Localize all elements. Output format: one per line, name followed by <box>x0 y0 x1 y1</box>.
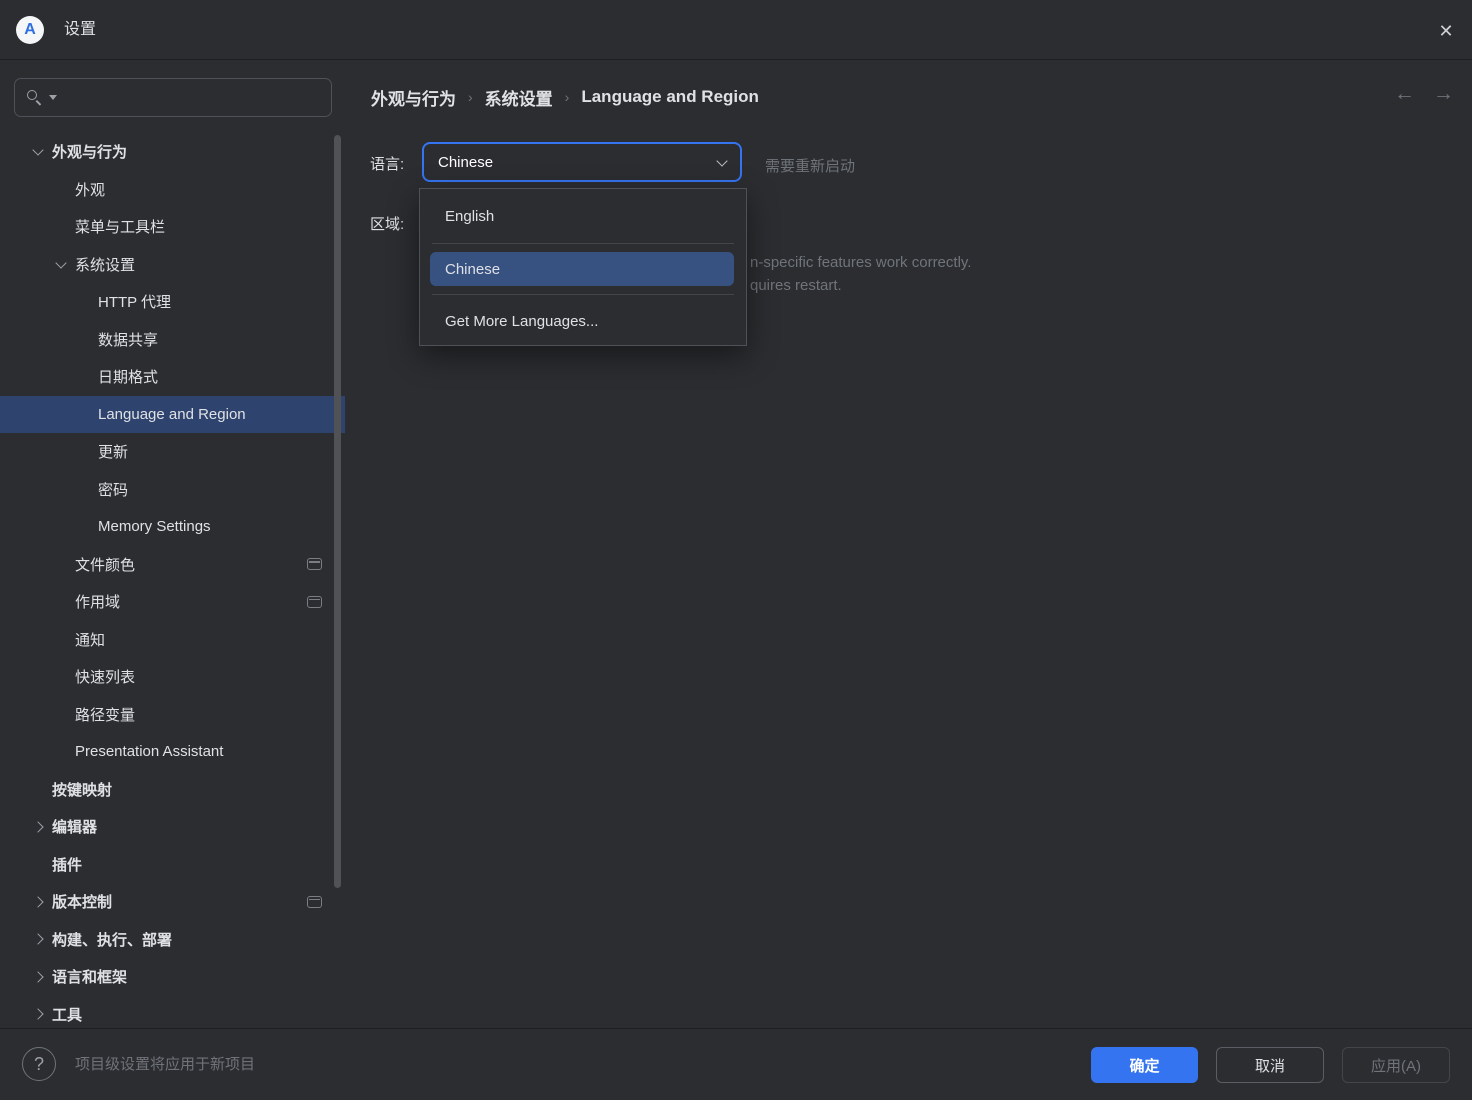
sidebar-item-languages-frameworks[interactable]: 语言和框架 <box>0 958 345 996</box>
sidebar-item-label: HTTP 代理 <box>98 291 171 312</box>
sidebar-item-appearance-behavior[interactable]: 外观与行为 <box>0 133 345 171</box>
sidebar-item-label: 通知 <box>75 629 105 650</box>
sidebar-item-label: 外观与行为 <box>52 141 127 162</box>
close-icon[interactable]: ✕ <box>1432 17 1460 45</box>
sidebar-item-label: 按键映射 <box>52 779 112 800</box>
settings-sidebar: 外观与行为外观菜单与工具栏系统设置 HTTP 代理数据共享日期格式 Language… <box>0 61 345 1028</box>
sidebar-item-presentation-assistant[interactable]: Presentation Assistant <box>0 733 345 771</box>
menu-item-get-more-languages[interactable]: Get More Languages... <box>420 302 746 340</box>
sidebar-item-path-variables[interactable]: 路径变量 <box>0 696 345 734</box>
chevron-down-icon <box>716 155 727 166</box>
footer-note: 项目级设置将应用于新项目 <box>75 1029 255 1100</box>
search-input[interactable] <box>14 78 332 117</box>
sidebar-scrollbar[interactable] <box>334 135 341 888</box>
title-bar: A 设置 ✕ <box>0 0 1472 60</box>
language-dropdown-popup: English Chinese Get More Languages... <box>419 188 747 346</box>
dialog-footer: ? 项目级设置将应用于新项目 确定 取消 应用(A) <box>0 1028 1472 1100</box>
history-nav: ← → <box>1394 82 1454 106</box>
sidebar-item-date-formats[interactable]: 日期格式 <box>0 358 345 396</box>
sidebar-item-label: 作用域 <box>75 591 120 612</box>
help-icon[interactable]: ? <box>22 1047 56 1081</box>
apply-button[interactable]: 应用(A) <box>1342 1047 1450 1083</box>
chevron-right-icon[interactable] <box>32 934 43 945</box>
menu-separator <box>432 243 734 244</box>
menu-separator <box>432 294 734 295</box>
settings-tree: 外观与行为外观菜单与工具栏系统设置 HTTP 代理数据共享日期格式 Language… <box>0 133 345 1033</box>
sidebar-item-plugins[interactable]: 插件 <box>0 846 345 884</box>
forward-arrow-icon[interactable]: → <box>1433 82 1454 106</box>
sidebar-item-language-region[interactable]: Language and Region <box>0 396 345 434</box>
region-hint-line: quires restart. <box>750 277 842 294</box>
sidebar-item-label: 文件颜色 <box>75 554 135 575</box>
cancel-button[interactable]: 取消 <box>1216 1047 1324 1083</box>
chevron-down-icon[interactable] <box>55 257 66 268</box>
sidebar-item-editor[interactable]: 编辑器 <box>0 808 345 846</box>
sidebar-item-passwords[interactable]: 密码 <box>0 471 345 509</box>
search-icon <box>27 90 43 106</box>
sidebar-item-data-sharing[interactable]: 数据共享 <box>0 321 345 359</box>
sidebar-item-label: 系统设置 <box>75 254 135 275</box>
sidebar-item-file-colors[interactable]: 文件颜色 <box>0 546 345 584</box>
sidebar-item-label: 路径变量 <box>75 704 135 725</box>
region-label: 区域: <box>370 213 404 234</box>
search-history-caret-icon[interactable] <box>49 95 57 100</box>
chevron-right-icon[interactable] <box>32 971 43 982</box>
breadcrumb-separator-icon: › <box>456 89 485 105</box>
chevron-right-icon[interactable] <box>32 821 43 832</box>
restart-required-hint: 需要重新启动 <box>765 155 855 176</box>
sidebar-item-label: 语言和框架 <box>52 966 127 987</box>
sidebar-item-quick-lists[interactable]: 快速列表 <box>0 658 345 696</box>
back-arrow-icon[interactable]: ← <box>1394 82 1415 106</box>
sidebar-item-notifications[interactable]: 通知 <box>0 621 345 659</box>
sidebar-item-scopes[interactable]: 作用域 <box>0 583 345 621</box>
settings-dialog: A 设置 ✕ 外观与行为外观菜单与工具栏系统设置HTTP 代理数据共享日期格式L… <box>0 0 1472 1100</box>
sidebar-item-menus-toolbars[interactable]: 菜单与工具栏 <box>0 208 345 246</box>
sidebar-item-label: 版本控制 <box>52 891 112 912</box>
breadcrumb-item[interactable]: Language and Region <box>581 87 759 107</box>
language-select-value: Chinese <box>438 154 718 171</box>
sidebar-item-label: Language and Region <box>98 406 246 423</box>
app-logo-icon: A <box>16 16 44 44</box>
breadcrumb-separator-icon: › <box>553 89 582 105</box>
window-title: 设置 <box>64 0 96 60</box>
per-project-settings-icon <box>307 896 322 908</box>
language-label: 语言: <box>370 153 404 174</box>
sidebar-item-version-control[interactable]: 版本控制 <box>0 883 345 921</box>
sidebar-item-system-settings[interactable]: 系统设置 <box>0 246 345 284</box>
sidebar-item-label: 构建、执行、部署 <box>52 929 172 950</box>
sidebar-item-label: 日期格式 <box>98 366 158 387</box>
sidebar-item-appearance[interactable]: 外观 <box>0 171 345 209</box>
chevron-down-icon[interactable] <box>32 145 43 156</box>
region-hint-line: n-specific features work correctly. <box>750 254 971 271</box>
sidebar-item-label: 数据共享 <box>98 329 158 350</box>
sidebar-item-label: Memory Settings <box>98 518 211 535</box>
sidebar-item-label: 更新 <box>98 441 128 462</box>
menu-item-chinese[interactable]: Chinese <box>430 252 734 286</box>
menu-item-english[interactable]: English <box>420 197 746 235</box>
sidebar-item-label: 快速列表 <box>75 666 135 687</box>
sidebar-item-label: 外观 <box>75 179 105 200</box>
ok-button[interactable]: 确定 <box>1091 1047 1198 1083</box>
breadcrumb-item[interactable]: 系统设置 <box>485 85 553 110</box>
sidebar-item-build-execution-deployment[interactable]: 构建、执行、部署 <box>0 921 345 959</box>
per-project-settings-icon <box>307 558 322 570</box>
breadcrumb: 外观与行为›系统设置›Language and Region <box>371 80 759 114</box>
sidebar-item-label: 工具 <box>52 1004 82 1025</box>
sidebar-item-label: 密码 <box>98 479 128 500</box>
chevron-right-icon[interactable] <box>32 896 43 907</box>
sidebar-item-http-proxy[interactable]: HTTP 代理 <box>0 283 345 321</box>
sidebar-item-memory-settings[interactable]: Memory Settings <box>0 508 345 546</box>
language-select[interactable]: Chinese <box>422 142 742 182</box>
sidebar-item-updates[interactable]: 更新 <box>0 433 345 471</box>
per-project-settings-icon <box>307 596 322 608</box>
sidebar-item-label: 菜单与工具栏 <box>75 216 165 237</box>
chevron-right-icon[interactable] <box>32 1009 43 1020</box>
sidebar-item-label: 插件 <box>52 854 82 875</box>
sidebar-item-label: Presentation Assistant <box>75 743 223 760</box>
breadcrumb-item[interactable]: 外观与行为 <box>371 85 456 110</box>
sidebar-item-label: 编辑器 <box>52 816 97 837</box>
sidebar-item-keymap[interactable]: 按键映射 <box>0 771 345 809</box>
